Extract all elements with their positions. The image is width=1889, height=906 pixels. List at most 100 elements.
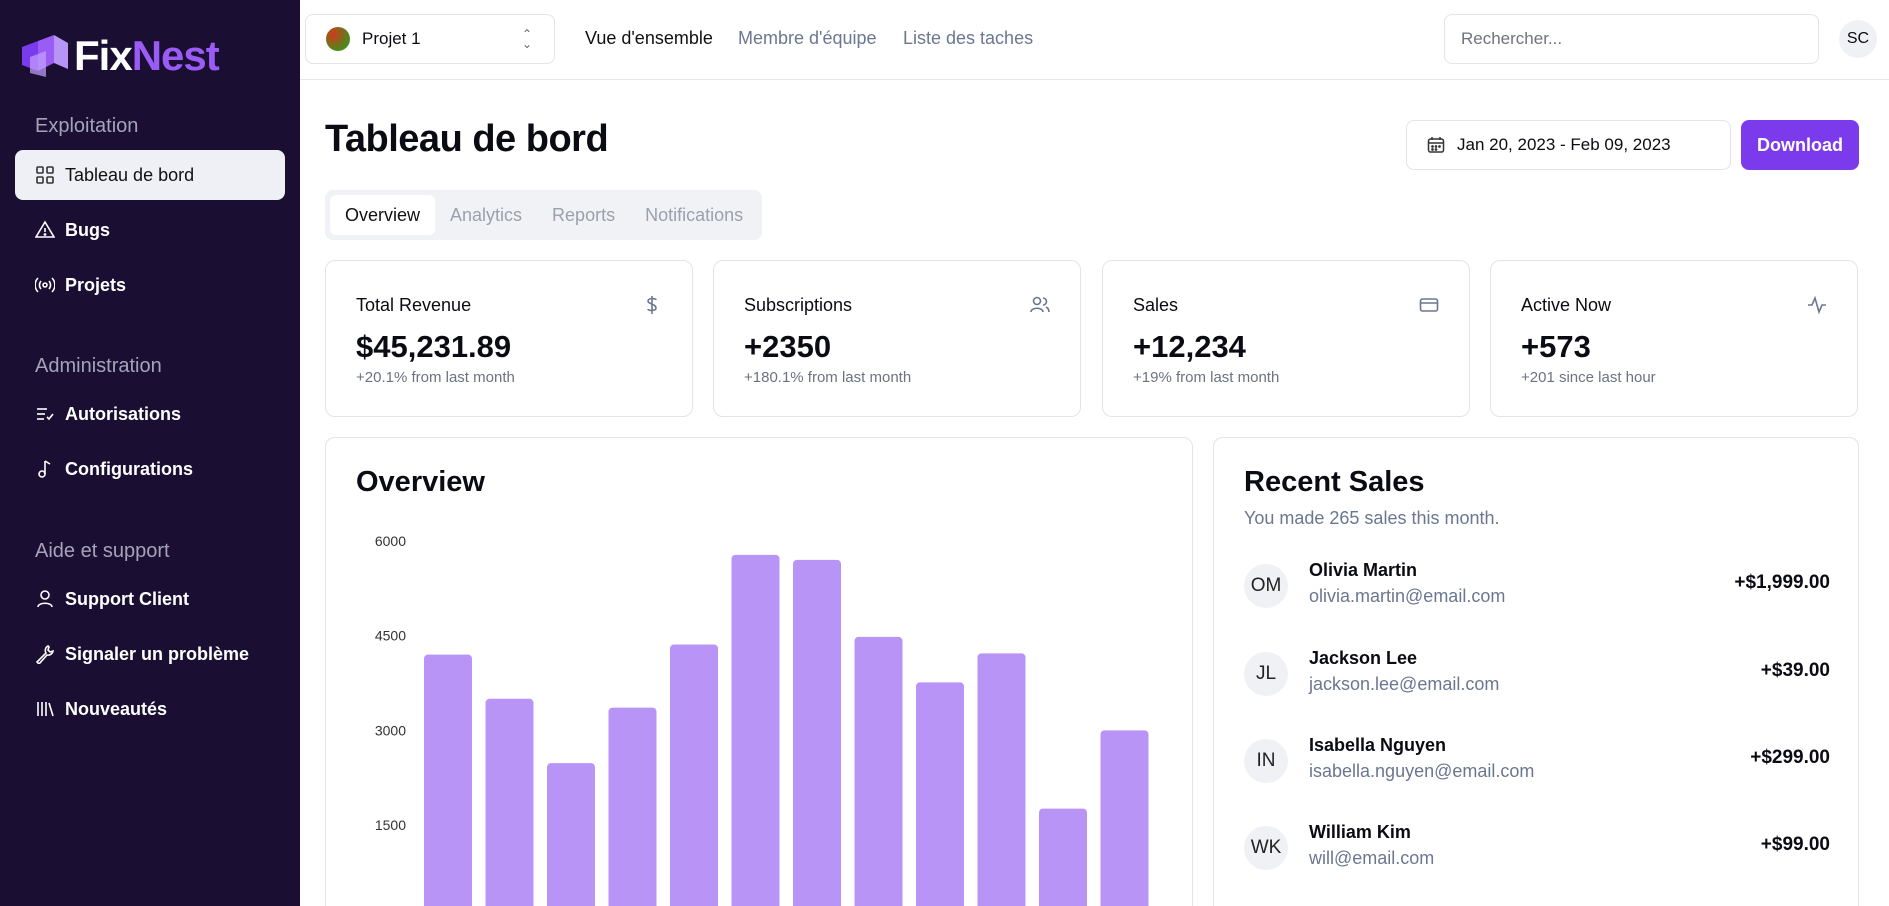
warning-icon (35, 220, 55, 240)
activity-icon (1808, 295, 1826, 315)
chevron-up-down-icon: ⌃ ⌄ (521, 27, 532, 51)
date-range-label: Jan 20, 2023 - Feb 09, 2023 (1457, 135, 1671, 154)
dollar-icon (647, 296, 657, 314)
credit-card-icon (1419, 298, 1439, 312)
stat-title: Sales (1133, 295, 1179, 315)
chart-bar[interactable] (977, 653, 1026, 906)
sale-amount: +$299.00 (1750, 747, 1830, 768)
chart-bar[interactable] (608, 707, 657, 906)
tab-reports[interactable]: Reports (537, 195, 630, 235)
section-title-administration: Administration (35, 355, 162, 377)
customer-name: Jackson Lee (1309, 648, 1418, 668)
avatar: IN (1244, 739, 1288, 783)
sidebar-item-nouveautes[interactable]: Nouveautés (15, 684, 285, 734)
section-title-aide-et-support: Aide et support (35, 540, 170, 562)
logo-icon (20, 33, 70, 79)
sidebar-item-support-client[interactable]: Support Client (15, 574, 285, 624)
top-link-liste-taches[interactable]: Liste des taches (903, 28, 1033, 49)
customer-email: jackson.lee@email.com (1309, 674, 1500, 694)
y-tick-label: 3000 (375, 722, 406, 738)
tab-overview[interactable]: Overview (330, 195, 436, 235)
top-link-membre-equipe[interactable]: Membre d'équipe (738, 28, 877, 49)
customer-name: Olivia Martin (1309, 560, 1418, 580)
music-note-icon (35, 459, 55, 479)
page-title: Tableau de bord (325, 118, 609, 160)
wrench-icon (35, 644, 55, 664)
logo-text-fix: Fix (74, 32, 133, 79)
sidebar-item-label: Projets (65, 274, 127, 295)
avatar: OM (1244, 564, 1288, 608)
stat-title: Active Now (1521, 295, 1612, 315)
topbar: Projet 1 ⌃ ⌄ Vue d'ensemble Membre d'équi… (300, 0, 1889, 80)
sidebar-item-bugs[interactable]: Bugs (15, 205, 285, 255)
chart-bar[interactable] (916, 682, 964, 906)
chart-bar[interactable] (1039, 808, 1087, 906)
date-range-picker[interactable]: Jan 20, 2023 - Feb 09, 2023 (1406, 120, 1731, 170)
chart-bar[interactable] (547, 763, 595, 906)
stat-subtext: +20.1% from last month (356, 369, 515, 386)
recent-sales-title: Recent Sales (1244, 466, 1425, 498)
recent-sales-card: Recent Sales You made 265 sales this mon… (1213, 437, 1859, 906)
list-item[interactable]: WK William Kim will@email.com +$99.00 (1244, 820, 1830, 880)
sidebar-item-projets[interactable]: Projets (15, 260, 285, 310)
sale-amount: +$39.00 (1760, 660, 1830, 681)
chart-bar[interactable] (731, 554, 780, 906)
chart-bar[interactable] (793, 559, 841, 906)
stat-card-sales: Sales +12,234 +19% from last month (1102, 260, 1470, 417)
search-input[interactable] (1444, 14, 1819, 64)
y-tick-label: 1500 (375, 817, 406, 833)
list-check-icon (35, 404, 55, 424)
sidebar-item-signaler-un-probleme[interactable]: Signaler un problème (15, 629, 285, 679)
project-avatar (326, 27, 350, 51)
library-icon (35, 699, 55, 719)
customer-email: will@email.com (1309, 848, 1435, 868)
sidebar-item-label: Bugs (65, 219, 110, 240)
top-link-vue-ensemble[interactable]: Vue d'ensemble (585, 28, 713, 49)
stat-title: Subscriptions (744, 295, 853, 315)
user-avatar[interactable]: SC (1839, 20, 1877, 58)
chart-bar[interactable] (424, 654, 472, 906)
chart-bar[interactable] (670, 644, 718, 906)
users-icon (1030, 296, 1050, 313)
user-icon (35, 589, 55, 609)
chart-bar[interactable] (1100, 730, 1149, 906)
sale-amount: +$1,999.00 (1734, 572, 1830, 593)
customer-name: William Kim (1309, 822, 1411, 842)
avatar: WK (1244, 826, 1288, 870)
overview-bar-chart: 6000 4500 3000 1500 (375, 533, 1149, 906)
sidebar-item-label: Signaler un problème (65, 643, 250, 664)
tab-analytics[interactable]: Analytics (435, 195, 537, 235)
calendar-icon (1427, 137, 1445, 153)
sidebar-item-label: Configurations (65, 458, 193, 479)
stat-card-total-revenue: Total Revenue $45,231.89 +20.1% from las… (325, 260, 693, 417)
chart-bar[interactable] (485, 698, 534, 906)
sidebar-item-autorisations[interactable]: Autorisations (15, 389, 285, 439)
customer-email: isabella.nguyen@email.com (1309, 761, 1535, 781)
tab-notifications[interactable]: Notifications (630, 195, 758, 235)
sidebar-item-label: Support Client (65, 588, 189, 609)
stat-subtext: +19% from last month (1133, 369, 1280, 386)
project-select[interactable]: Projet 1 ⌃ ⌄ (305, 14, 555, 64)
sidebar-item-configurations[interactable]: Configurations (15, 444, 285, 494)
tab-list: Overview Analytics Reports Notifications (325, 190, 762, 240)
stat-subtext: +201 since last hour (1521, 369, 1656, 386)
overview-card: Overview 6000 4500 3000 1500 (325, 437, 1193, 906)
list-item[interactable]: JL Jackson Lee jackson.lee@email.com +$3… (1244, 646, 1830, 706)
list-item[interactable]: IN Isabella Nguyen isabella.nguyen@email… (1244, 733, 1830, 793)
y-tick-label: 4500 (375, 628, 406, 644)
avatar: JL (1244, 652, 1288, 696)
sidebar-item-tableau-de-bord[interactable]: Tableau de bord (15, 150, 285, 200)
y-tick-label: 6000 (375, 533, 406, 549)
stat-value: $45,231.89 (356, 329, 512, 364)
broadcast-icon (35, 275, 55, 295)
sidebar-item-label: Autorisations (65, 403, 182, 424)
sidebar-item-label: Nouveautés (65, 698, 168, 719)
download-button[interactable]: Download (1741, 120, 1859, 170)
logo[interactable]: FixNest (20, 28, 220, 84)
sidebar-item-label: Tableau de bord (65, 164, 195, 185)
chart-bar[interactable] (854, 636, 903, 906)
list-item[interactable]: OM Olivia Martin olivia.martin@email.com… (1244, 558, 1830, 618)
logo-text-nest: Nest (131, 32, 220, 79)
stat-value: +2350 (744, 329, 832, 364)
stat-card-subscriptions: Subscriptions +2350 +180.1% from last mo… (713, 260, 1081, 417)
